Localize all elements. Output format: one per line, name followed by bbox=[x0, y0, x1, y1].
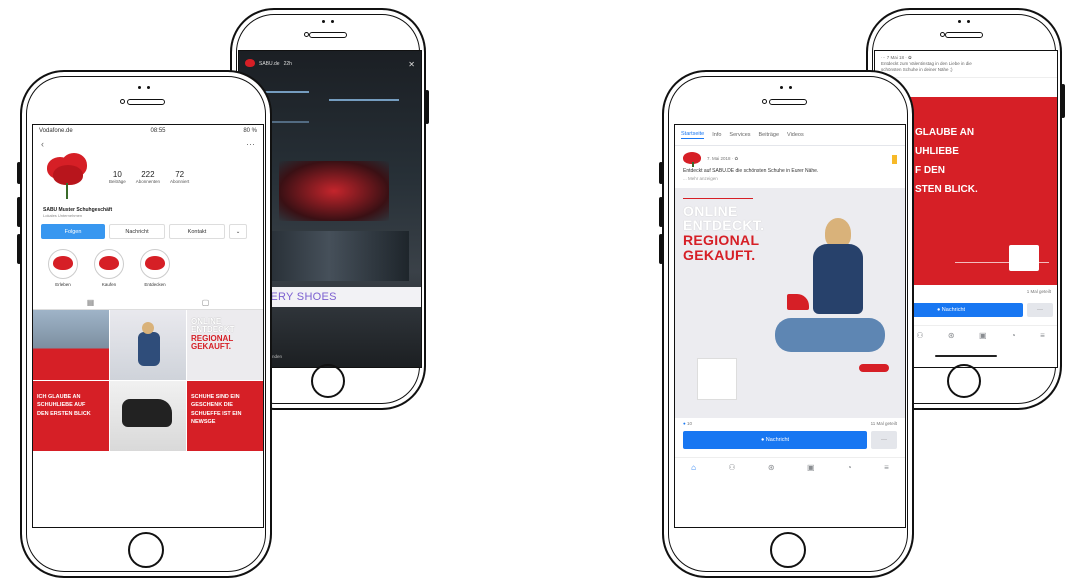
page-tabs: Startseite Info Services Beiträge Videos bbox=[675, 125, 905, 146]
home-button[interactable] bbox=[128, 532, 164, 568]
post-time: 7. Mai 2018 · ✿ bbox=[707, 156, 739, 161]
instagram-screen: Vodafone.de 08:55 80 % ‹ ··· 10 Beiträge… bbox=[32, 124, 264, 528]
more-button[interactable]: ··· bbox=[871, 430, 897, 449]
highlight-item[interactable]: Kaufen bbox=[91, 249, 127, 287]
page-avatar[interactable] bbox=[683, 152, 701, 167]
nav-marketplace-icon[interactable]: ⊛ bbox=[948, 331, 955, 340]
grid-icon[interactable]: ▦ bbox=[87, 298, 95, 307]
nav-notifications-icon[interactable]: ◔ bbox=[847, 463, 852, 472]
poppy-icon bbox=[53, 256, 73, 272]
post-header: ··· 7 Mai 18 · ✿ Entdeckt zum Valentinst… bbox=[875, 51, 1057, 79]
grid-post[interactable] bbox=[110, 381, 186, 451]
grid-post[interactable] bbox=[33, 310, 109, 380]
poppy-icon bbox=[99, 256, 119, 272]
status-bar: Vodafone.de 08:55 80 % bbox=[33, 125, 263, 137]
contact-button[interactable]: Kontakt bbox=[169, 224, 225, 239]
earpiece bbox=[127, 99, 165, 105]
like-icon: ● bbox=[683, 420, 686, 426]
highlight-item[interactable]: Erleben bbox=[45, 249, 81, 287]
grid-post[interactable]: ICH GLAUBE AN SCHUHLIEBE AUF DEN ERSTEN … bbox=[33, 381, 109, 451]
nav-groups-icon[interactable]: ⚇ bbox=[728, 463, 735, 472]
grid-post[interactable]: ONLINE ENTDECKT REGIONAL GEKAUFT. bbox=[187, 310, 263, 380]
phone-facebook: Startseite Info Services Beiträge Videos… bbox=[659, 70, 914, 578]
nav-watch-icon[interactable]: ▣ bbox=[979, 331, 987, 340]
more-button[interactable]: ··· bbox=[1027, 303, 1053, 317]
shopping-bag-icon bbox=[1009, 245, 1039, 271]
battery: 80 % bbox=[243, 128, 257, 134]
post-text: Entdeckt auf SABU.DE die schönsten Schuh… bbox=[683, 168, 819, 174]
highlight-item[interactable]: Entdecken bbox=[137, 249, 173, 287]
camera-icon bbox=[762, 99, 767, 104]
earpiece bbox=[945, 32, 983, 38]
ad-headline: GLAUBE AN UHLIEBE F DEN STEN BLICK. bbox=[915, 127, 978, 195]
home-button[interactable] bbox=[311, 364, 345, 398]
nav-watch-icon[interactable]: ▣ bbox=[807, 463, 815, 472]
tab-home[interactable]: Startseite bbox=[681, 131, 705, 139]
tab-services[interactable]: Services bbox=[729, 132, 750, 138]
nav-menu-icon[interactable]: ≡ bbox=[884, 463, 889, 472]
poppy-icon bbox=[145, 256, 165, 272]
home-button[interactable] bbox=[770, 532, 806, 568]
stat-following[interactable]: 72 Abonniert bbox=[170, 170, 189, 184]
bottom-nav: ⌂ ⚇ ⊛ ▣ ◔ ≡ bbox=[675, 456, 905, 478]
grid-post[interactable]: SCHUHE SIND EIN GESCHENK DIE SCHUEFFE IS… bbox=[187, 381, 263, 451]
story-time: 22h bbox=[283, 61, 292, 67]
nav-notifications-icon[interactable]: ◔ bbox=[1011, 331, 1016, 340]
nav-marketplace-icon[interactable]: ⊛ bbox=[768, 463, 775, 472]
post-actions: ● Nachricht ··· bbox=[675, 429, 905, 451]
camera-icon bbox=[120, 99, 125, 104]
phone-instagram: Vodafone.de 08:55 80 % ‹ ··· 10 Beiträge… bbox=[17, 70, 272, 578]
post-header: 7. Mai 2018 · ✿ bbox=[675, 146, 905, 168]
tagged-icon[interactable]: ▢ bbox=[202, 298, 210, 307]
nav-menu-icon[interactable]: ≡ bbox=[1040, 331, 1045, 340]
post-grid: ONLINE ENTDECKT REGIONAL GEKAUFT. ICH GL… bbox=[33, 310, 263, 451]
post-image[interactable]: ONLINE ENTDECKT. REGIONAL GEKAUFT. bbox=[675, 187, 905, 418]
tab-posts[interactable]: Beiträge bbox=[759, 132, 780, 138]
stat-posts[interactable]: 10 Beiträge bbox=[109, 170, 126, 184]
avatar[interactable] bbox=[43, 153, 91, 201]
follow-button[interactable]: Folgen bbox=[41, 224, 105, 239]
ad-headline: ONLINE ENTDECKT. REGIONAL GEKAUFT. bbox=[683, 202, 765, 263]
grid-post[interactable] bbox=[110, 310, 186, 380]
clock: 08:55 bbox=[150, 128, 166, 134]
see-more-link[interactable]: ... Mehr anzeigen bbox=[675, 175, 905, 182]
expand-button[interactable]: ⌄ bbox=[229, 224, 247, 239]
earpiece bbox=[769, 99, 807, 105]
facebook-screen: Startseite Info Services Beiträge Videos… bbox=[674, 124, 906, 528]
close-icon[interactable]: ✕ bbox=[408, 60, 415, 69]
message-button[interactable]: Nachricht bbox=[109, 224, 165, 239]
story-account[interactable]: SABU.de bbox=[259, 61, 280, 67]
shares-count[interactable]: 11 Mal geteilt bbox=[871, 421, 897, 426]
shopping-bag-icon bbox=[697, 357, 737, 400]
profile-tabs: ▦ ▢ bbox=[33, 295, 263, 310]
back-icon[interactable]: ‹ bbox=[41, 139, 44, 149]
profile-header: 10 Beiträge 222 Abonnenten 72 Abonniert bbox=[33, 151, 263, 203]
shares-count[interactable]: 1 Mal geteilt bbox=[1027, 289, 1051, 294]
ig-topbar: ‹ ··· bbox=[33, 137, 263, 151]
home-button[interactable] bbox=[947, 364, 981, 398]
nav-groups-icon[interactable]: ⚇ bbox=[916, 331, 923, 340]
stat-followers[interactable]: 222 Abonnenten bbox=[136, 170, 160, 184]
earpiece bbox=[309, 32, 347, 38]
nav-home-icon[interactable]: ⌂ bbox=[691, 463, 696, 472]
tab-videos[interactable]: Videos bbox=[787, 132, 804, 138]
more-icon[interactable]: ··· bbox=[246, 139, 255, 149]
profile-poppy-icon bbox=[245, 59, 255, 69]
message-button[interactable]: ● Nachricht bbox=[683, 430, 867, 449]
profile-stats: 10 Beiträge 222 Abonnenten 72 Abonniert bbox=[109, 170, 189, 184]
reactions-bar: ● 10 11 Mal geteilt bbox=[675, 418, 905, 429]
tab-info[interactable]: Info bbox=[712, 132, 721, 138]
carrier: Vodafone.de bbox=[39, 128, 73, 134]
bookmark-icon[interactable] bbox=[892, 154, 897, 164]
profile-actions: Folgen Nachricht Kontakt ⌄ bbox=[33, 218, 263, 239]
story-header: SABU.de 22h ✕ bbox=[239, 51, 421, 77]
story-highlights: Erleben Kaufen Entdecken bbox=[33, 239, 263, 287]
reactions-count[interactable]: ● 10 bbox=[683, 421, 692, 426]
